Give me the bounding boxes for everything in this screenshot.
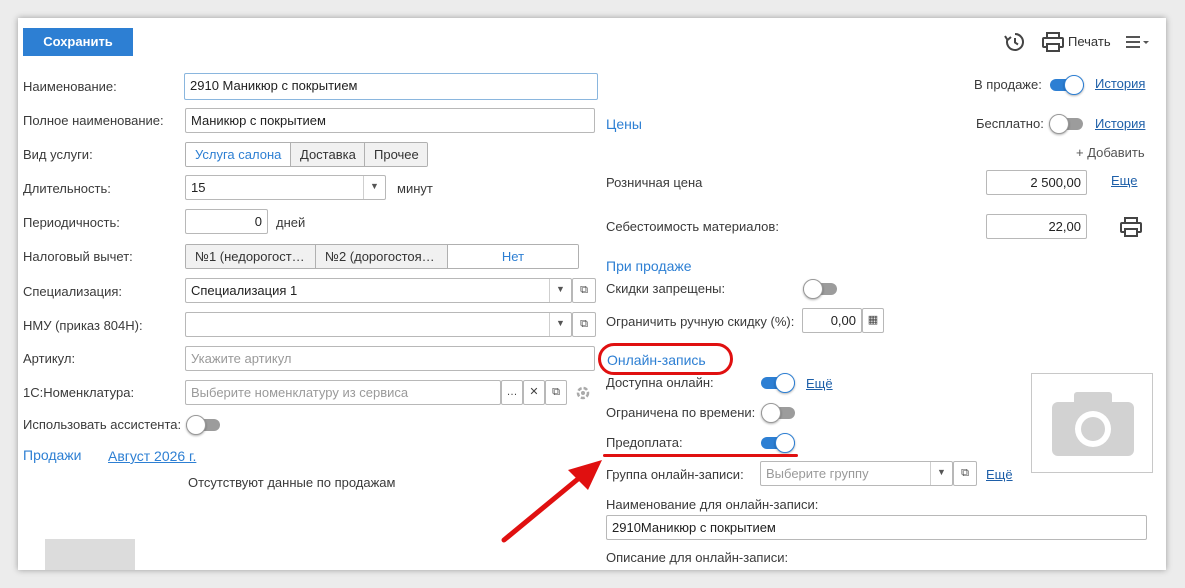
printer-icon	[1042, 32, 1064, 52]
online-name-label: Наименование для онлайн-записи:	[606, 497, 819, 512]
nomenclature-input[interactable]: Выберите номенклатуру из сервиса	[185, 380, 501, 405]
on-sale-section-title: При продаже	[606, 258, 692, 274]
history-link-2[interactable]: История	[1095, 116, 1145, 132]
online-available-label: Доступна онлайн:	[606, 375, 714, 390]
open-icon[interactable]: ⧉	[572, 312, 596, 337]
duration-value: 15	[191, 180, 206, 195]
service-type-delivery[interactable]: Доставка	[291, 143, 365, 166]
name-label: Наименование:	[23, 79, 117, 94]
item-form: Сохранить Печать Наименование: 2910 Мани…	[18, 18, 1166, 570]
sales-empty-text: Отсутствуют данные по продажам	[188, 475, 396, 490]
service-type-salon[interactable]: Услуга салона	[186, 143, 291, 166]
name-input[interactable]: 2910 Маникюр с покрытием	[184, 73, 598, 100]
add-price-button[interactable]: + Добавить	[1076, 145, 1145, 161]
print-button[interactable]: Печать	[1042, 30, 1112, 54]
full-name-label: Полное наименование:	[23, 113, 164, 128]
chevron-down-icon[interactable]: ▼	[549, 313, 571, 336]
assistant-toggle[interactable]	[186, 415, 220, 435]
group-select[interactable]: Выберите группу ▼	[760, 461, 953, 486]
article-input[interactable]: Укажите артикул	[185, 346, 595, 371]
group-more-link[interactable]: Ещё	[986, 467, 1013, 483]
tax-deduction-selector: №1 (недорогост… №2 (дорогостоя… Нет	[185, 244, 579, 269]
service-type-other[interactable]: Прочее	[365, 143, 427, 166]
specialization-label: Специализация:	[23, 284, 122, 299]
save-button[interactable]: Сохранить	[23, 28, 133, 56]
discounts-toggle[interactable]	[803, 279, 837, 299]
time-limited-toggle[interactable]	[761, 403, 795, 423]
service-type-selector: Услуга салона Доставка Прочее	[185, 142, 428, 167]
open-icon[interactable]: ⧉	[545, 380, 567, 405]
retail-more-link[interactable]: Еще	[1111, 173, 1137, 189]
group-placeholder: Выберите группу	[766, 466, 869, 481]
full-name-input[interactable]: Маникюр с покрытием	[185, 108, 595, 133]
print-label: Печать	[1068, 34, 1111, 49]
duration-label: Длительность:	[23, 181, 111, 196]
photo-placeholder[interactable]	[1031, 373, 1153, 473]
service-type-label: Вид услуги:	[23, 147, 93, 162]
annotation-arrow	[501, 460, 602, 543]
chevron-down-icon[interactable]: ▼	[363, 176, 385, 199]
periodicity-unit: дней	[276, 215, 306, 230]
cost-label: Себестоимость материалов:	[606, 219, 779, 234]
online-name-input[interactable]: 2910Маникюр с покрытием	[606, 515, 1147, 540]
prepayment-toggle[interactable]	[761, 433, 795, 453]
discounts-label: Скидки запрещены:	[606, 281, 726, 296]
browse-button[interactable]: …	[501, 380, 523, 405]
nomenclature-label: 1С:Номенклатура:	[23, 385, 135, 400]
free-toggle[interactable]	[1049, 114, 1083, 134]
on-sale-toggle[interactable]	[1050, 75, 1084, 95]
cost-input[interactable]: 22,00	[986, 214, 1087, 239]
specialization-select[interactable]: Специализация 1 ▼	[185, 278, 572, 303]
printer-icon[interactable]	[1120, 216, 1142, 238]
online-available-toggle[interactable]	[761, 373, 795, 393]
periodicity-label: Периодичность:	[23, 215, 120, 230]
group-label: Группа онлайн-записи:	[606, 467, 744, 482]
duration-unit: минут	[397, 181, 433, 196]
tax-option-2[interactable]: №2 (дорогостоя…	[316, 245, 448, 268]
assistant-label: Использовать ассистента:	[23, 417, 182, 432]
article-label: Артикул:	[23, 351, 76, 366]
tax-option-none[interactable]: Нет	[448, 245, 578, 268]
limit-discount-input[interactable]: 0,00	[802, 308, 862, 333]
prepayment-label: Предоплата:	[606, 435, 683, 450]
clear-icon[interactable]: ✕	[523, 380, 545, 405]
history-icon[interactable]	[1003, 30, 1027, 54]
free-label: Бесплатно:	[976, 116, 1044, 131]
sales-title[interactable]: Продажи	[23, 447, 81, 463]
duration-select[interactable]: 15 ▼	[185, 175, 386, 200]
retail-price-label: Розничная цена	[606, 175, 703, 190]
limit-discount-label: Ограничить ручную скидку (%):	[606, 314, 795, 329]
time-limited-label: Ограничена по времени:	[606, 405, 756, 420]
history-link[interactable]: История	[1095, 76, 1145, 92]
online-more-link[interactable]: Ещё	[806, 376, 833, 392]
open-icon[interactable]: ⧉	[572, 278, 596, 303]
chart-placeholder	[45, 539, 135, 570]
periodicity-input[interactable]: 0	[185, 209, 268, 234]
calculator-icon[interactable]: ▦	[862, 308, 884, 333]
specialization-value: Специализация 1	[191, 283, 298, 298]
chevron-down-icon[interactable]: ▼	[549, 279, 571, 302]
nmu-label: НМУ (приказ 804Н):	[23, 318, 143, 333]
nmu-select[interactable]: ▼	[185, 312, 572, 337]
tax-option-1[interactable]: №1 (недорогост…	[186, 245, 316, 268]
sync-icon[interactable]	[574, 384, 592, 402]
on-sale-label: В продаже:	[974, 77, 1042, 92]
prices-title: Цены	[606, 116, 642, 132]
menu-icon[interactable]	[1124, 33, 1152, 51]
annotation-underline	[603, 454, 798, 457]
online-description-label: Описание для онлайн-записи:	[606, 550, 789, 565]
camera-icon	[1052, 392, 1134, 456]
online-booking-title: Онлайн-запись	[607, 352, 706, 368]
tax-deduction-label: Налоговый вычет:	[23, 249, 133, 264]
chevron-down-icon[interactable]: ▼	[930, 462, 952, 485]
retail-price-input[interactable]: 2 500,00	[986, 170, 1087, 195]
sales-period-link[interactable]: Август 2026 г.	[108, 448, 196, 464]
open-icon[interactable]: ⧉	[953, 461, 977, 486]
